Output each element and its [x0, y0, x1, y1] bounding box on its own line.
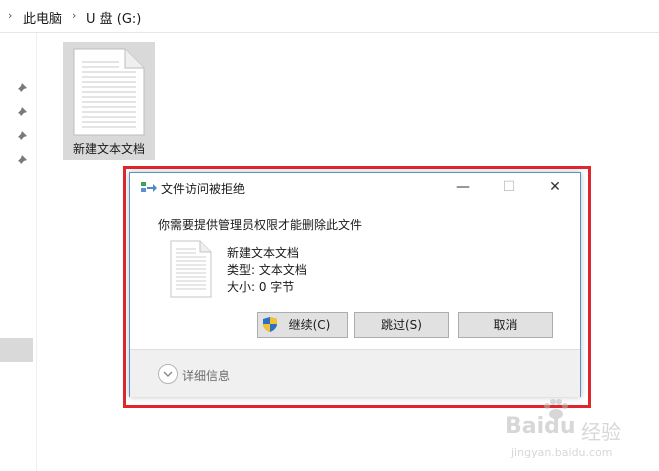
watermark-product: 经验: [581, 420, 621, 444]
chevron-right-icon[interactable]: ›: [8, 9, 12, 22]
breadcrumb-item-usb-drive[interactable]: U 盘 (G:): [86, 8, 141, 27]
file-item-text-document[interactable]: 新建文本文档: [63, 42, 155, 160]
watermark-brand: Baidu: [505, 414, 576, 439]
pin-icon[interactable]: [14, 82, 28, 96]
skip-button[interactable]: 跳过(S): [354, 312, 449, 338]
file-size-text: 大小: 0 字节: [227, 280, 295, 294]
maximize-button: ☐: [502, 179, 516, 195]
close-button[interactable]: ✕: [532, 175, 578, 199]
details-bar: 详细信息: [130, 349, 580, 397]
file-transfer-icon: [141, 182, 157, 192]
chevron-down-icon: [163, 371, 173, 377]
admin-shield-icon: [263, 317, 277, 332]
text-document-icon: [170, 240, 212, 298]
address-bar[interactable]: › 此电脑 › U 盘 (G:): [0, 0, 659, 33]
file-type-text: 类型: 文本文档: [227, 263, 307, 277]
watermark-url: jingyan.baidu.com: [511, 446, 613, 459]
continue-button-label: 继续(C): [288, 318, 331, 332]
dialog-title-bar[interactable]: 文件访问被拒绝 — ☐ ✕: [130, 173, 580, 201]
chevron-right-icon[interactable]: ›: [72, 9, 76, 22]
file-name-text: 新建文本文档: [227, 246, 300, 260]
navigation-pane: [0, 33, 37, 471]
breadcrumb-item-this-pc[interactable]: 此电脑: [23, 8, 62, 27]
pin-icon[interactable]: [14, 106, 28, 120]
file-access-denied-dialog: 文件访问被拒绝 — ☐ ✕ 你需要提供管理员权限才能删除此文件 新建文本文档 类…: [129, 172, 581, 397]
expand-details-button[interactable]: [158, 364, 178, 384]
text-document-icon: [73, 48, 145, 136]
minimize-button[interactable]: —: [440, 175, 486, 199]
continue-button[interactable]: 继续(C): [257, 312, 348, 338]
nav-selected-item[interactable]: [0, 338, 33, 362]
cancel-button[interactable]: 取消: [458, 312, 553, 338]
baidu-jingyan-watermark: Baidu 经验 jingyan.baidu.com: [497, 398, 647, 468]
pin-icon[interactable]: [14, 130, 28, 144]
dialog-message: 你需要提供管理员权限才能删除此文件: [158, 218, 363, 232]
pin-icon[interactable]: [14, 154, 28, 168]
file-name-label: 新建文本文档: [72, 142, 145, 156]
details-label[interactable]: 详细信息: [182, 367, 230, 384]
dialog-title: 文件访问被拒绝: [161, 182, 246, 196]
